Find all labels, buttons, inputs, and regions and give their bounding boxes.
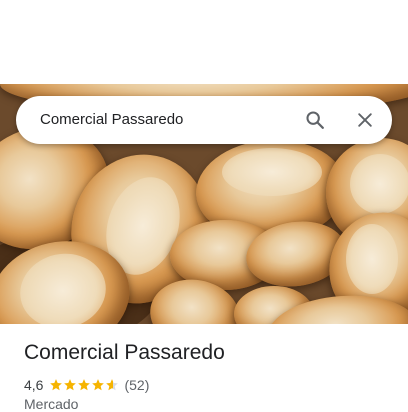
bread-crust — [350, 154, 408, 214]
bread-crust — [346, 224, 398, 294]
rating-value: 4,6 — [24, 377, 44, 393]
search-button[interactable] — [299, 104, 331, 136]
star-icon — [50, 379, 63, 391]
review-count[interactable]: (52) — [124, 377, 149, 393]
rating-stars — [49, 378, 119, 392]
bread-crust — [222, 148, 322, 196]
search-bar[interactable]: Comercial Passaredo — [16, 96, 392, 144]
search-icon — [306, 111, 324, 129]
star-icon — [92, 379, 105, 391]
rating-row[interactable]: 4,6 (52) — [24, 376, 149, 394]
close-button[interactable] — [349, 104, 381, 136]
search-input[interactable]: Comercial Passaredo — [40, 96, 183, 144]
star-icon — [64, 379, 77, 391]
place-category: Mercado — [24, 396, 79, 412]
star-icon — [106, 379, 119, 391]
star-icon — [78, 379, 91, 391]
map-top-area — [0, 0, 408, 84]
place-title: Comercial Passaredo — [24, 341, 225, 364]
close-icon — [358, 113, 372, 127]
